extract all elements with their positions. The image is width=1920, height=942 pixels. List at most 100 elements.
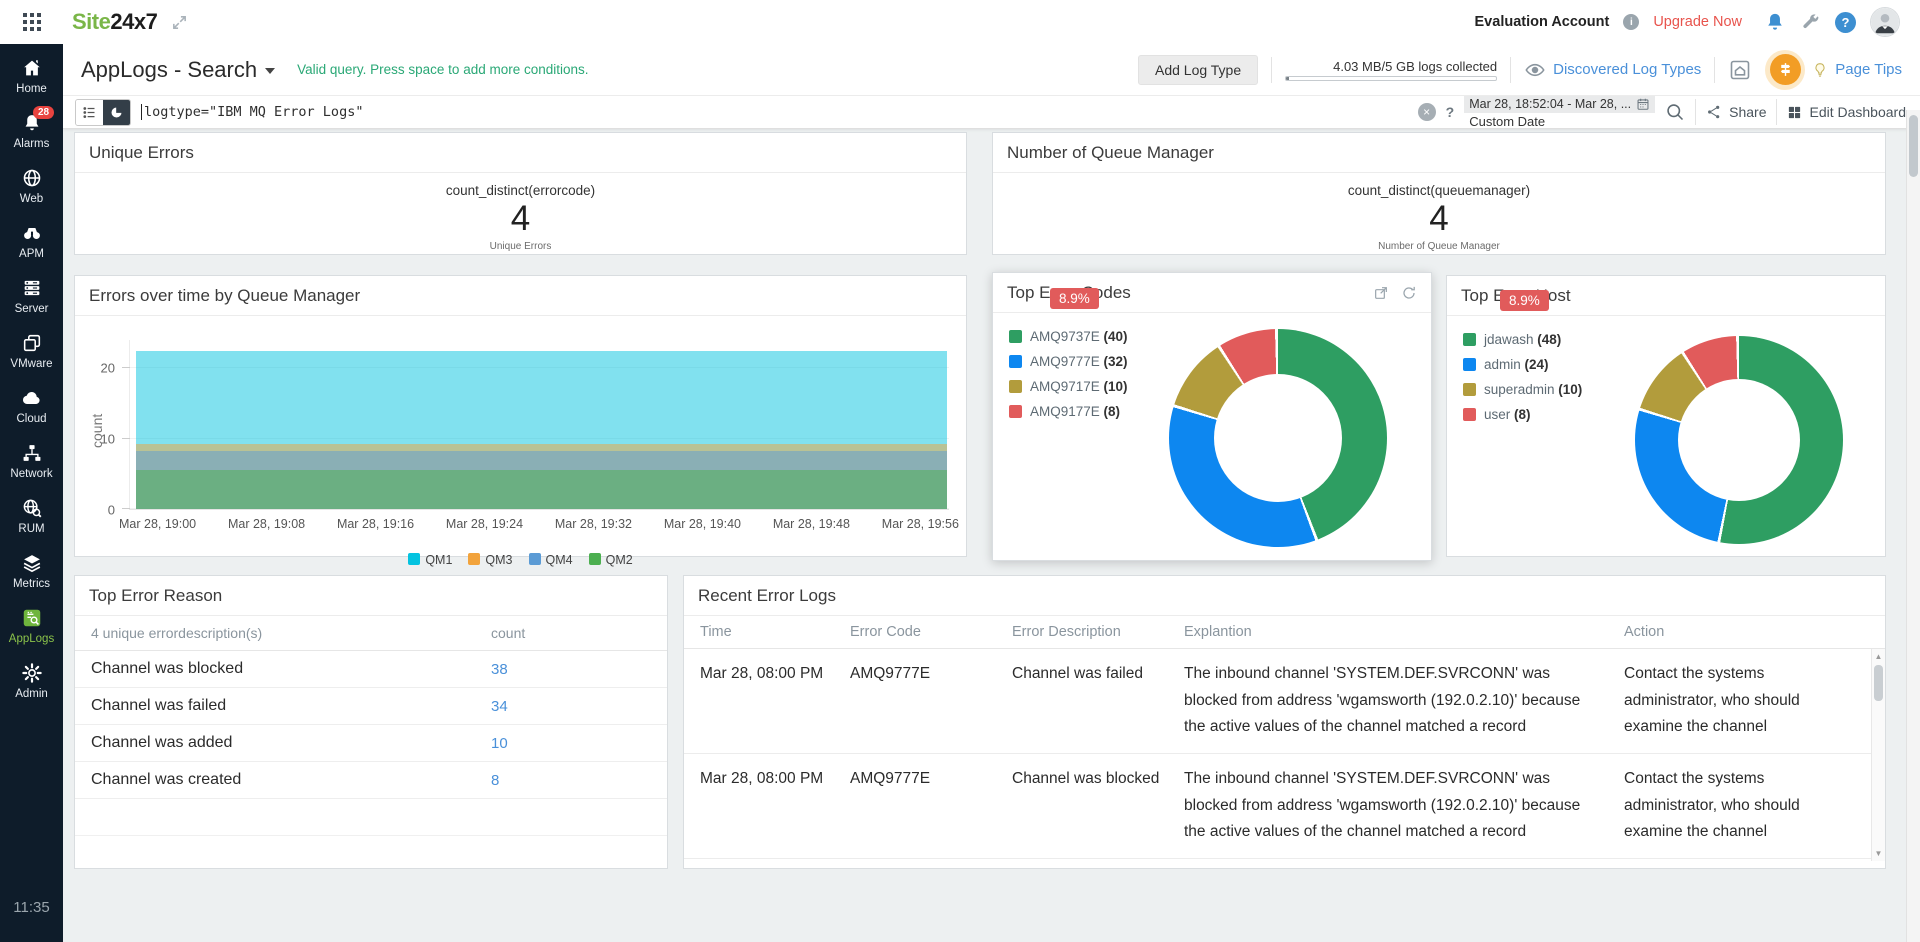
sidebar-item-rum[interactable]: RUM bbox=[0, 488, 63, 543]
legend-item[interactable]: jdawash (48) bbox=[1463, 332, 1885, 347]
legend-item[interactable]: QM1 bbox=[408, 553, 452, 567]
sidebar-clock: 11:35 bbox=[13, 899, 49, 916]
scroll-up-icon[interactable]: ▲ bbox=[1872, 652, 1885, 661]
applogs-icon bbox=[21, 607, 43, 629]
binoculars-icon bbox=[21, 222, 43, 244]
page-header: AppLogs - Search Valid query. Press spac… bbox=[63, 44, 1920, 96]
share-label: Share bbox=[1729, 104, 1766, 120]
sidebar-item-label: Network bbox=[10, 468, 52, 480]
table-scrollbar[interactable]: ▲ ▼ bbox=[1871, 649, 1885, 861]
sidebar-item-web[interactable]: Web bbox=[0, 158, 63, 213]
sidebar-item-metrics[interactable]: Metrics bbox=[0, 543, 63, 598]
column-header: Error Description bbox=[1012, 624, 1184, 640]
explanation-cell: The inbound channel 'SYSTEM.DEF.SVRCONN'… bbox=[1184, 766, 1624, 846]
page-tips[interactable]: Page Tips bbox=[1765, 50, 1902, 90]
tools-wrench-icon[interactable] bbox=[1800, 12, 1821, 33]
legend-item[interactable]: AMQ9777E (32) bbox=[1009, 354, 1431, 369]
sidebar-item-cloud[interactable]: Cloud bbox=[0, 378, 63, 433]
site24x7-logo[interactable]: Site24x7 bbox=[72, 9, 157, 35]
dashboard-home-icon[interactable] bbox=[1728, 58, 1752, 82]
sidebar-item-home[interactable]: Home bbox=[0, 48, 63, 103]
legend-item[interactable]: admin (24) bbox=[1463, 357, 1885, 372]
server-icon bbox=[21, 277, 43, 299]
scroll-down-icon[interactable]: ▼ bbox=[1872, 849, 1885, 858]
widget-unique-errors: Unique Errors count_distinct(errorcode) … bbox=[74, 132, 967, 255]
legend-item[interactable]: QM3 bbox=[468, 553, 512, 567]
chart-view-icon[interactable] bbox=[103, 100, 130, 125]
info-icon[interactable] bbox=[1623, 14, 1639, 30]
header-actions: Add Log Type 4.03 MB/5 GB logs collected… bbox=[1138, 50, 1902, 90]
legend-item[interactable]: AMQ9717E (10) bbox=[1009, 379, 1431, 394]
error-code-cell: AMQ9777E bbox=[850, 766, 1012, 846]
notifications-bell-icon[interactable] bbox=[1764, 11, 1786, 33]
reason-cell: Channel was blocked bbox=[91, 660, 491, 678]
metric-value: 4 bbox=[993, 199, 1885, 239]
list-view-icon[interactable] bbox=[76, 100, 103, 125]
upgrade-now-link[interactable]: Upgrade Now bbox=[1653, 14, 1742, 30]
widget-title: Recent Error Logs bbox=[698, 586, 836, 606]
legend-item[interactable]: AMQ9737E (40) bbox=[1009, 329, 1431, 344]
page-scrollbar[interactable] bbox=[1906, 110, 1920, 942]
count-link[interactable]: 10 bbox=[491, 735, 651, 752]
query-help-icon[interactable]: ? bbox=[1446, 104, 1455, 120]
edit-dashboard-button[interactable]: Edit Dashboard bbox=[1787, 104, 1906, 120]
sidebar-item-applogs[interactable]: AppLogs bbox=[0, 598, 63, 653]
area-xlabels: Mar 28, 19:00Mar 28, 19:08Mar 28, 19:16M… bbox=[119, 517, 959, 531]
reason-cell: Channel was added bbox=[91, 734, 491, 752]
sidebar-item-alarms[interactable]: 28 Alarms bbox=[0, 103, 63, 158]
legend-item[interactable]: user (8) bbox=[1463, 407, 1885, 422]
refresh-icon[interactable] bbox=[1401, 285, 1417, 301]
action-cell: Contact the systems administrator, who s… bbox=[1624, 766, 1871, 846]
date-range-picker[interactable]: Mar 28, 18:52:04 - Mar 28, ... Custom Da… bbox=[1464, 95, 1655, 129]
x-tick-label: Mar 28, 19:40 bbox=[664, 517, 741, 531]
help-icon[interactable] bbox=[1835, 12, 1856, 33]
app-launcher-icon[interactable] bbox=[22, 12, 42, 32]
share-button[interactable]: Share bbox=[1706, 104, 1766, 120]
legend-swatch bbox=[1463, 408, 1476, 421]
sidebar-item-label: Cloud bbox=[16, 413, 46, 425]
sidebar-item-label: Metrics bbox=[13, 578, 50, 590]
expand-icon[interactable] bbox=[171, 14, 188, 31]
explanation-cell: The inbound channel 'SYSTEM.DEF.SVRCONN'… bbox=[1184, 661, 1624, 741]
legend-item[interactable]: AMQ9177E (8) bbox=[1009, 404, 1431, 419]
legend-item[interactable]: QM2 bbox=[589, 553, 633, 567]
gear-icon bbox=[21, 662, 43, 684]
add-log-type-button[interactable]: Add Log Type bbox=[1138, 55, 1258, 85]
sidebar-item-network[interactable]: Network bbox=[0, 433, 63, 488]
sidebar-item-vmware[interactable]: VMware bbox=[0, 323, 63, 378]
area-chart: count 01020 Mar 28, 19:00Mar 28, 19:08Ma… bbox=[75, 316, 966, 556]
table-row: Channel was failed34 bbox=[75, 688, 667, 725]
scrollbar-thumb[interactable] bbox=[1874, 665, 1883, 701]
count-link[interactable]: 34 bbox=[491, 698, 651, 715]
legend-item[interactable]: QM4 bbox=[529, 553, 573, 567]
metric-value: 4 bbox=[75, 199, 966, 239]
search-icon[interactable] bbox=[1665, 102, 1685, 122]
table-row: Channel was created8 bbox=[75, 762, 667, 799]
discovered-log-types-link[interactable]: Discovered Log Types bbox=[1524, 59, 1701, 81]
table-row: Channel was blocked38 bbox=[75, 651, 667, 688]
avatar[interactable] bbox=[1870, 7, 1900, 37]
reason-rows: Channel was blocked38Channel was failed3… bbox=[75, 651, 667, 799]
sidebar-item-admin[interactable]: Admin bbox=[0, 653, 63, 708]
sidebar-item-label: VMware bbox=[10, 358, 52, 370]
count-link[interactable]: 8 bbox=[491, 772, 651, 789]
page-scrollbar-thumb[interactable] bbox=[1909, 115, 1918, 177]
legend-item[interactable]: superadmin (10) bbox=[1463, 382, 1885, 397]
widget-errors-over-time: Errors over time by Queue Manager count … bbox=[74, 275, 967, 557]
table-row[interactable]: Mar 28, 08:00 PMAMQ9777EChannel was bloc… bbox=[684, 754, 1871, 859]
clear-query-icon[interactable] bbox=[1418, 103, 1436, 121]
sidebar-item-server[interactable]: Server bbox=[0, 268, 63, 323]
y-tick-label: 20 bbox=[101, 361, 115, 376]
open-in-new-icon[interactable] bbox=[1373, 285, 1389, 301]
error-description-cell: Channel was blocked bbox=[1012, 766, 1184, 846]
page-tips-label: Page Tips bbox=[1835, 61, 1902, 78]
y-tick-label: 10 bbox=[101, 432, 115, 447]
sidebar: Home 28 Alarms Web APM Server VMware Clo… bbox=[0, 44, 63, 942]
topbar: Site24x7 Evaluation Account Upgrade Now bbox=[0, 0, 1920, 44]
table-row[interactable]: Mar 28, 08:00 PMAMQ9777EChannel was fail… bbox=[684, 649, 1871, 754]
search-query-input[interactable]: logtype="IBM MQ Error Logs" bbox=[141, 104, 1418, 120]
page-title[interactable]: AppLogs - Search bbox=[81, 57, 275, 83]
widget-title: Errors over time by Queue Manager bbox=[89, 286, 360, 306]
count-link[interactable]: 38 bbox=[491, 661, 651, 678]
sidebar-item-apm[interactable]: APM bbox=[0, 213, 63, 268]
